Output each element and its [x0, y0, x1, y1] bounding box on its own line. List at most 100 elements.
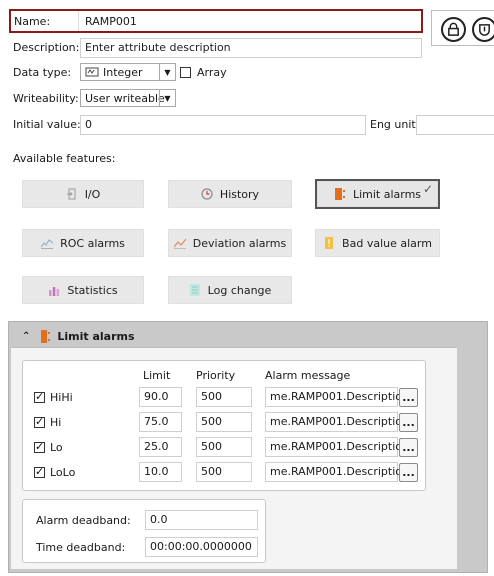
header-limit: Limit — [143, 369, 171, 382]
row-lolo-priority-value: 500 — [201, 465, 222, 478]
time-deadband-value: 00:00:00.0000000 — [150, 540, 252, 553]
description-label: Description: — [13, 41, 80, 54]
row-lolo-limit-input[interactable]: 10.0 — [139, 462, 182, 482]
name-label: Name: — [14, 15, 51, 28]
alarm-deadband-label: Alarm deadband: — [36, 514, 131, 527]
row-hihi-message-value: me.RAMP001.Description — [270, 390, 409, 403]
writeability-select[interactable]: User writeable ▼ — [80, 89, 176, 107]
row-lo-message-input[interactable]: me.RAMP001.Description — [265, 437, 409, 457]
ellipsis-label: ... — [402, 466, 415, 479]
feature-roc-alarms-label: ROC alarms — [60, 236, 125, 250]
row-lolo-name: LoLo — [50, 466, 76, 479]
statistics-icon — [49, 287, 60, 296]
row-hi-priority-value: 500 — [201, 415, 222, 428]
features-label: Available features: — [13, 152, 116, 165]
feature-deviation-alarms-label: Deviation alarms — [192, 236, 287, 250]
row-hihi-limit-value: 90.0 — [144, 390, 169, 403]
chevron-down-icon[interactable]: ▼ — [159, 64, 175, 80]
row-lo-ellipsis-button[interactable]: ... — [399, 438, 418, 457]
description-input[interactable]: Enter attribute description — [80, 38, 422, 58]
row-hi-checkbox[interactable] — [34, 415, 45, 428]
array-label: Array — [197, 66, 227, 79]
row-lolo-priority-input[interactable]: 500 — [196, 462, 252, 482]
log-change-icon — [189, 284, 200, 296]
bad-value-icon — [325, 237, 334, 249]
row-lo-limit-value: 25.0 — [144, 440, 169, 453]
row-hihi-priority-input[interactable]: 500 — [196, 387, 252, 407]
feature-bad-value-button[interactable]: Bad value alarm — [315, 229, 440, 257]
row-lolo-checkbox[interactable] — [34, 465, 45, 478]
feature-log-change-label: Log change — [207, 283, 272, 297]
limit-alarms-icon — [41, 329, 51, 343]
time-deadband-input[interactable]: 00:00:00.0000000 — [145, 537, 258, 557]
alarm-deadband-input[interactable]: 0.0 — [145, 510, 258, 530]
feature-statistics-button[interactable]: Statistics — [22, 276, 144, 304]
feature-io-label: I/O — [84, 187, 101, 201]
row-hihi-priority-value: 500 — [201, 390, 222, 403]
feature-log-change-button[interactable]: Log change — [168, 276, 292, 304]
feature-io-button[interactable]: I/O — [22, 180, 144, 208]
datatype-value: Integer — [103, 65, 143, 79]
limit-alarms-panel-header[interactable]: ⌃ Limit alarms — [11, 325, 457, 347]
eng-units-input[interactable] — [416, 115, 494, 135]
row-lolo-message-value: me.RAMP001.Description — [270, 465, 409, 478]
row-hihi-limit-input[interactable]: 90.0 — [139, 387, 182, 407]
datatype-label: Data type: — [13, 66, 72, 79]
writeability-label: Writeability: — [13, 92, 79, 105]
row-hihi-message-input[interactable]: me.RAMP001.Description — [265, 387, 409, 407]
row-hihi-checkbox[interactable] — [34, 390, 45, 403]
alarm-deadband-value: 0.0 — [150, 513, 168, 526]
row-lo-message-value: me.RAMP001.Description — [270, 440, 409, 453]
header-alarm-message: Alarm message — [265, 369, 351, 382]
row-lo-limit-input[interactable]: 25.0 — [139, 437, 182, 457]
ellipsis-label: ... — [402, 391, 415, 404]
array-checkbox[interactable] — [180, 67, 191, 78]
row-lolo-message-input[interactable]: me.RAMP001.Description — [265, 462, 409, 482]
row-hi-message-value: me.RAMP001.Description — [270, 415, 409, 428]
feature-roc-alarms-button[interactable]: ROC alarms — [22, 229, 144, 257]
deviation-alarms-icon — [173, 238, 186, 249]
feature-limit-alarms-label: Limit alarms — [352, 187, 422, 201]
row-lo-priority-value: 500 — [201, 440, 222, 453]
row-lolo-ellipsis-button[interactable]: ... — [399, 463, 418, 482]
integer-icon — [85, 67, 99, 77]
feature-history-label: History — [219, 187, 260, 201]
history-icon — [201, 188, 213, 200]
initial-value-label: Initial value: — [13, 118, 81, 131]
initial-value-text: 0 — [85, 118, 92, 131]
name-row: Name: RAMP001 — [9, 9, 423, 33]
name-divider — [78, 11, 79, 31]
datatype-select[interactable]: Integer ▼ — [80, 63, 176, 81]
row-lo-name: Lo — [50, 441, 63, 454]
row-hi-limit-value: 75.0 — [144, 415, 169, 428]
row-hi-message-input[interactable]: me.RAMP001.Description — [265, 412, 409, 432]
feature-history-button[interactable]: History — [168, 180, 292, 208]
row-lo-priority-input[interactable]: 500 — [196, 437, 252, 457]
row-hihi-ellipsis-button[interactable]: ... — [399, 388, 418, 407]
ellipsis-label: ... — [402, 416, 415, 429]
row-lo-checkbox[interactable] — [34, 440, 45, 453]
chevron-down-icon[interactable]: ▼ — [159, 90, 175, 106]
feature-bad-value-label: Bad value alarm — [342, 236, 432, 250]
row-hi-name: Hi — [50, 416, 62, 429]
description-placeholder: Enter attribute description — [85, 41, 231, 54]
feature-statistics-label: Statistics — [67, 283, 118, 297]
writeability-value: User writeable — [85, 91, 165, 105]
roc-alarms-icon — [41, 239, 54, 249]
feature-deviation-alarms-button[interactable]: Deviation alarms — [168, 229, 292, 257]
row-hi-limit-input[interactable]: 75.0 — [139, 412, 182, 432]
io-icon — [66, 188, 76, 200]
row-lolo-limit-value: 10.0 — [144, 465, 169, 478]
limit-alarms-icon — [334, 188, 345, 200]
header-priority: Priority — [196, 369, 236, 382]
row-hihi-name: HiHi — [50, 391, 73, 404]
limit-alarms-title: Limit alarms — [57, 329, 135, 343]
initial-value-input[interactable]: 0 — [80, 115, 366, 135]
row-hi-ellipsis-button[interactable]: ... — [399, 413, 418, 432]
name-input[interactable]: RAMP001 — [85, 15, 137, 28]
feature-limit-alarms-button[interactable]: Limit alarms ✓ — [315, 179, 440, 209]
time-deadband-label: Time deadband: — [36, 541, 126, 554]
ellipsis-label: ... — [402, 441, 415, 454]
row-hi-priority-input[interactable]: 500 — [196, 412, 252, 432]
collapse-icon[interactable]: ⌃ — [22, 331, 30, 342]
